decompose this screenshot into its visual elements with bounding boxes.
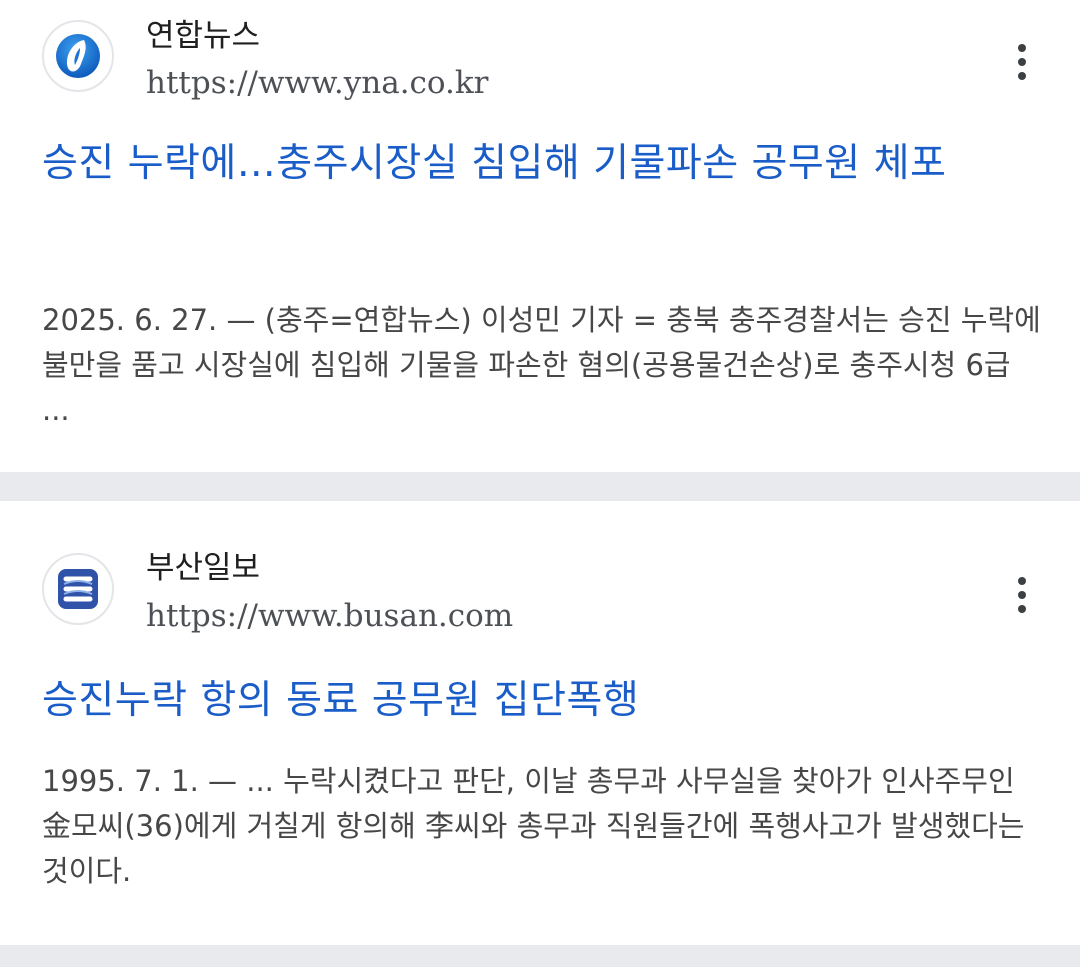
search-result-card: 부산일보 https://www.busan.com 승진누락 항의 동료 공무…: [0, 501, 1080, 945]
source-site-url[interactable]: https://www.busan.com: [146, 595, 513, 637]
source-site-url[interactable]: https://www.yna.co.kr: [146, 62, 489, 104]
source-site-name[interactable]: 부산일보: [146, 546, 260, 590]
search-result-card: 연합뉴스 https://www.yna.co.kr 승진 누락에…충주시장실 …: [0, 0, 1080, 472]
more-vert-icon: [1018, 577, 1026, 585]
result-snippet: 1995. 7. 1. — ... 누락시켰다고 판단, 이날 총무과 사무실을…: [42, 764, 1025, 888]
result-title-link[interactable]: 승진 누락에…충주시장실 침입해 기물파손 공무원 체포: [42, 140, 1032, 188]
result-snippet: 2025. 6. 27. — (충주=연합뉴스) 이성민 기자 = 충북 충주경…: [42, 303, 1041, 427]
more-options-button[interactable]: [1002, 571, 1042, 619]
yonhap-logo-icon[interactable]: [42, 20, 114, 92]
busan-ilbo-logo-icon[interactable]: [42, 553, 114, 625]
more-options-button[interactable]: [1002, 38, 1042, 86]
more-vert-icon: [1018, 44, 1026, 52]
result-title-link[interactable]: 승진누락 항의 동료 공무원 집단폭행: [42, 677, 1032, 725]
source-site-name[interactable]: 연합뉴스: [146, 14, 260, 58]
